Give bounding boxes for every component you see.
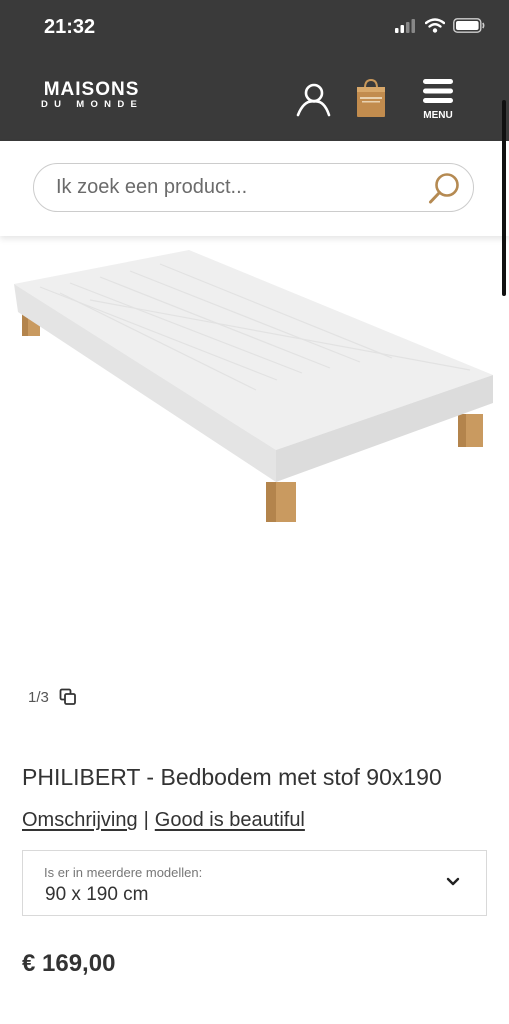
battery-icon: [453, 18, 485, 33]
scrollbar[interactable]: [502, 100, 506, 296]
search-box[interactable]: [33, 163, 474, 212]
chevron-down-icon: [446, 877, 460, 886]
product-image[interactable]: [0, 240, 509, 540]
menu-icon: [423, 79, 453, 103]
product-title: PHILIBERT - Bedbodem met stof 90x190: [22, 764, 442, 790]
variant-value: 90 x 190 cm: [45, 884, 149, 905]
search-icon[interactable]: [427, 171, 463, 207]
status-icons: [395, 18, 485, 33]
gallery-counter: 1/3: [28, 688, 77, 706]
top-header: 21:32 MAISONS DU MONDE MENU: [0, 0, 509, 141]
wifi-icon: [425, 18, 445, 33]
brand-logo[interactable]: MAISONS DU MONDE: [40, 80, 143, 110]
logo-main-text: MAISONS: [43, 79, 140, 100]
variant-select[interactable]: Is er in meerdere modellen: 90 x 190 cm: [22, 850, 487, 916]
gallery-counter-text: 1/3: [28, 688, 49, 706]
menu-label: MENU: [423, 110, 453, 121]
search-input[interactable]: [56, 174, 416, 200]
status-time: 21:32: [44, 16, 96, 38]
cart-button[interactable]: [356, 78, 386, 123]
menu-button[interactable]: MENU: [419, 78, 457, 121]
good-is-beautiful-link[interactable]: Good is beautiful: [155, 809, 305, 831]
shopping-bag-icon: [357, 78, 385, 117]
description-link[interactable]: Omschrijving: [22, 809, 138, 831]
account-button[interactable]: [295, 82, 331, 123]
variant-label: Is er in meerdere modellen:: [44, 865, 203, 880]
link-separator: |: [143, 809, 149, 831]
signal-icon: [395, 18, 415, 33]
product-links: Omschrijving | Good is beautiful: [22, 809, 305, 832]
account-icon: [296, 83, 331, 117]
product-price: € 169,00: [22, 950, 116, 977]
logo-sub-text: DU MONDE: [41, 99, 144, 110]
gallery-icon[interactable]: [59, 688, 77, 706]
search-bar-area: [0, 141, 509, 236]
